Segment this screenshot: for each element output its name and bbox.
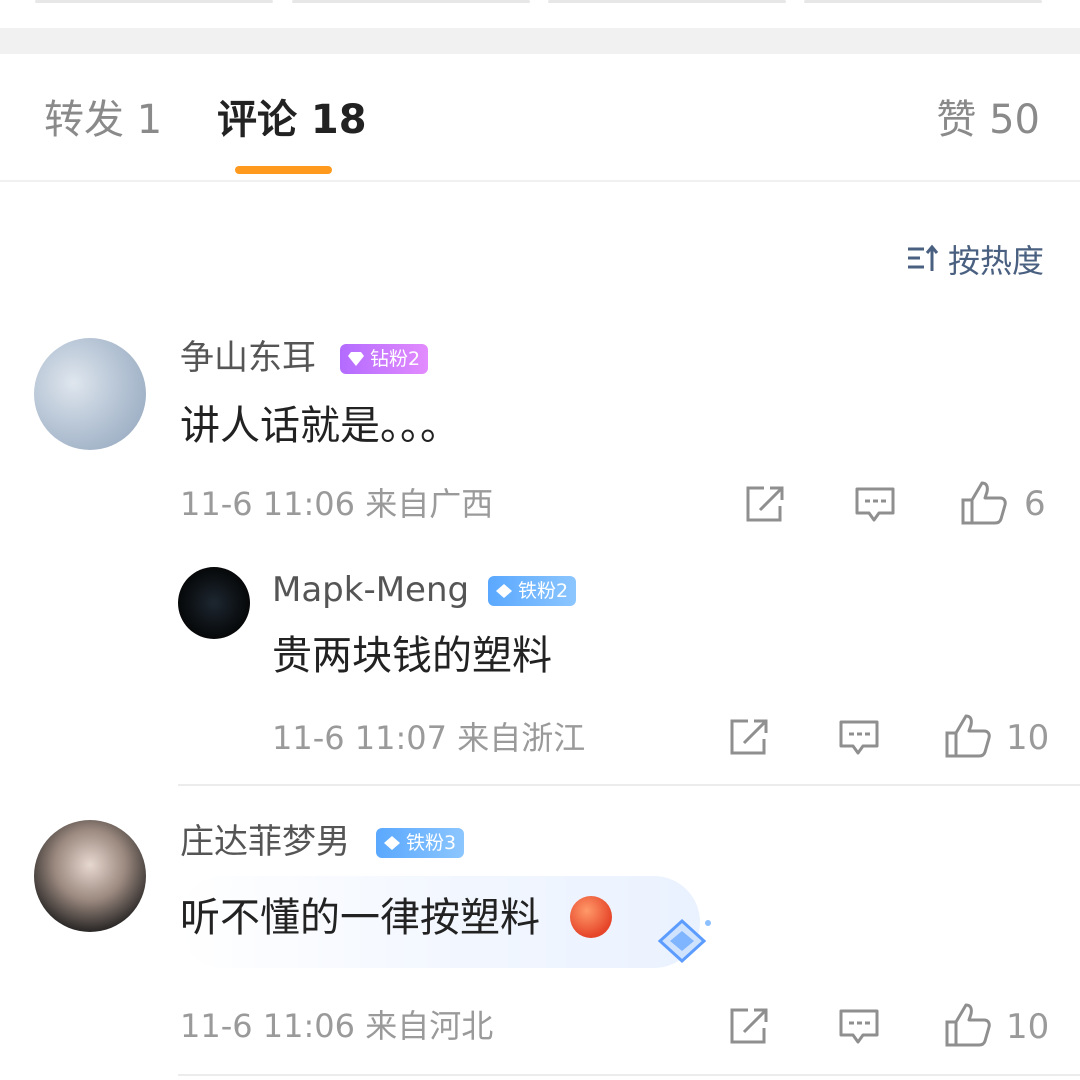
sort-icon xyxy=(907,244,939,271)
avatar[interactable] xyxy=(34,820,146,932)
top-fade-segment xyxy=(804,0,1042,3)
fan-badge: 铁粉3 xyxy=(376,828,465,858)
comment-text: 听不懂的一律按塑料 xyxy=(180,895,540,941)
like-count: 6 xyxy=(1024,484,1046,524)
avatar[interactable] xyxy=(178,567,250,639)
like-icon[interactable] xyxy=(960,480,1008,526)
diamond-gem-icon xyxy=(384,836,400,850)
tab-bar: 转发 1 评论 18 赞 50 xyxy=(0,54,1080,182)
diamond-gem-icon xyxy=(496,584,512,598)
top-fade-segment xyxy=(292,0,530,3)
like-count: 10 xyxy=(1006,1007,1050,1047)
comment-meta: 11-6 11:06 来自河北 xyxy=(180,1007,494,1045)
comment-username[interactable]: 争山东耳 xyxy=(180,336,316,380)
diamond-gem-icon xyxy=(348,352,364,366)
divider xyxy=(178,784,1080,786)
comment-text: 讲人话就是。。。 xyxy=(180,403,460,449)
share-icon[interactable] xyxy=(728,717,770,757)
sort-button[interactable]: 按热度 xyxy=(906,236,1044,282)
comment-meta: 11-6 11:06 来自广西 xyxy=(180,485,494,523)
share-icon[interactable] xyxy=(744,484,786,524)
badge-label: 铁粉3 xyxy=(406,832,457,854)
comment-text: 贵两块钱的塑料 xyxy=(272,633,552,679)
tab-reposts[interactable]: 转发 1 xyxy=(44,94,162,146)
divider xyxy=(178,1074,1080,1076)
fan-badge: 铁粉2 xyxy=(488,576,577,606)
fan-badge: 钻粉2 xyxy=(340,344,429,374)
top-fade-segment xyxy=(35,0,273,3)
like-count: 10 xyxy=(1006,718,1050,758)
sort-label: 按热度 xyxy=(947,242,1044,280)
comment-username[interactable]: 庄达菲梦男 xyxy=(180,820,350,864)
like-icon[interactable] xyxy=(944,1002,992,1048)
like-icon[interactable] xyxy=(944,713,992,759)
diamond-gem-icon xyxy=(657,918,711,964)
share-icon[interactable] xyxy=(728,1006,770,1046)
tab-likes[interactable]: 赞 50 xyxy=(936,94,1040,146)
comment-meta: 11-6 11:07 来自浙江 xyxy=(272,719,586,757)
badge-label: 钻粉2 xyxy=(370,348,421,370)
comment-username[interactable]: Mapk-Meng xyxy=(272,568,469,612)
active-tab-indicator xyxy=(235,166,332,174)
angry-emoji-icon xyxy=(570,896,612,938)
badge-label: 铁粉2 xyxy=(518,580,569,602)
top-fade-segment xyxy=(548,0,786,3)
comment-icon[interactable] xyxy=(838,719,880,757)
tab-comments[interactable]: 评论 18 xyxy=(217,94,367,146)
comment-icon[interactable] xyxy=(838,1008,880,1046)
comment-icon[interactable] xyxy=(854,486,896,524)
avatar[interactable] xyxy=(34,338,146,450)
section-separator xyxy=(0,28,1080,54)
top-content-fade xyxy=(0,0,1080,28)
